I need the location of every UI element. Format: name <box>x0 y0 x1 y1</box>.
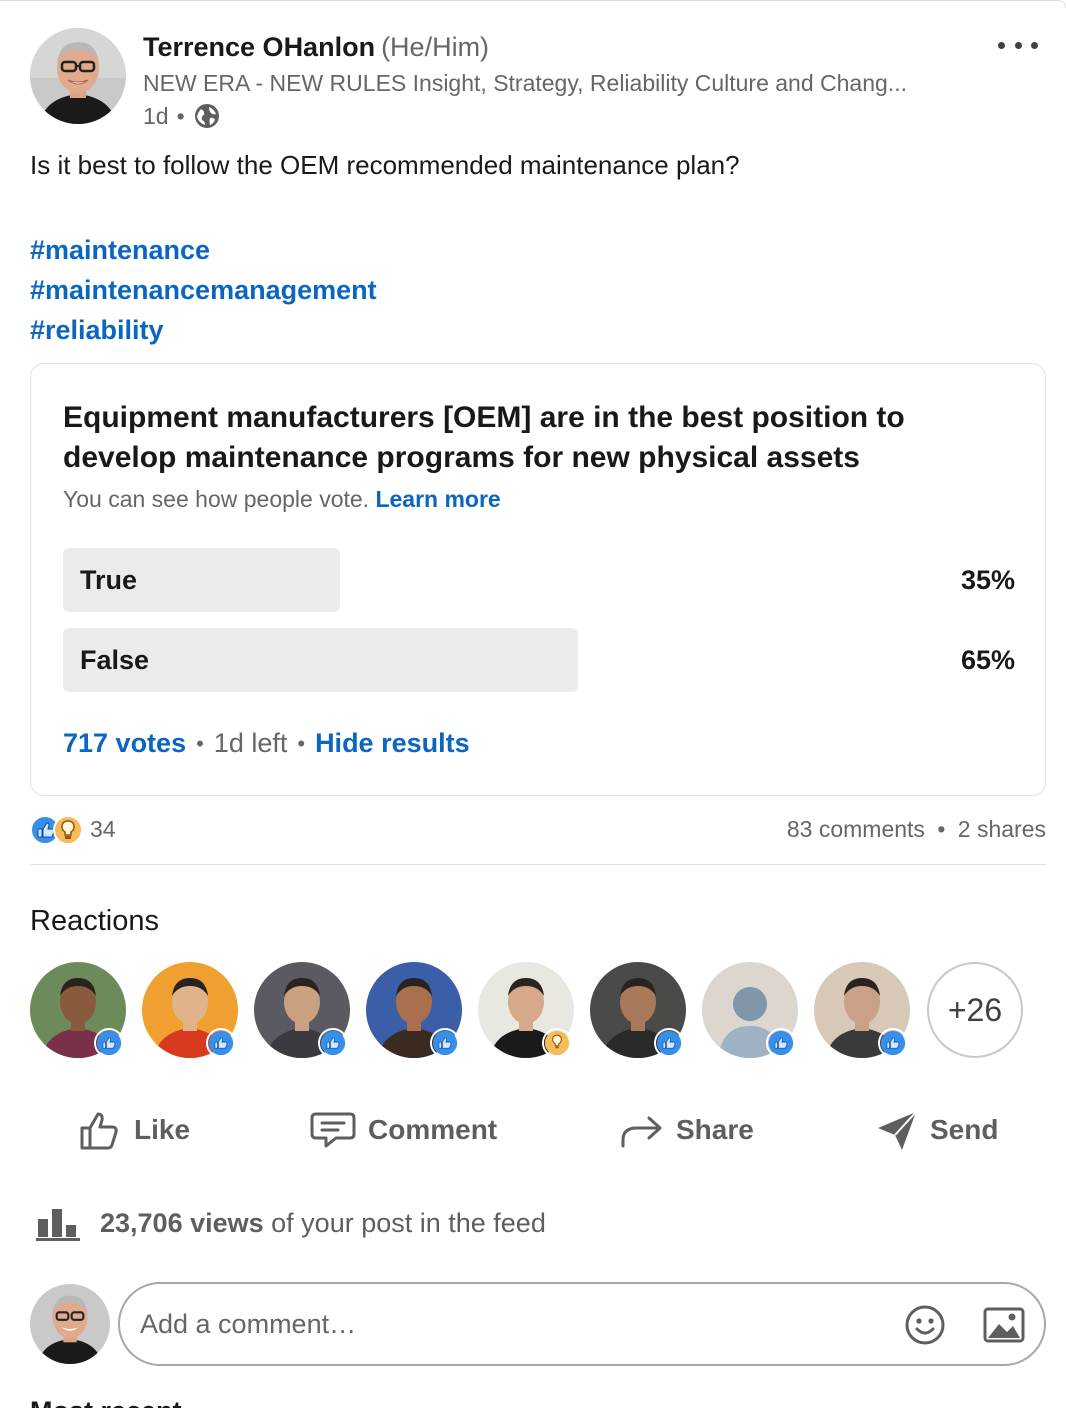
poll-question: Equipment manufacturers [OEM] are in the… <box>63 401 905 474</box>
send-icon <box>878 1111 917 1150</box>
ellipsis-icon <box>998 41 1005 49</box>
counts-separator: • <box>937 816 946 842</box>
sort-comments-label[interactable]: Most recent <box>30 1396 182 1408</box>
globe-icon <box>193 102 221 130</box>
like-icon <box>94 1028 124 1058</box>
views-suffix: of your post in the feed <box>271 1207 546 1238</box>
views-count: 23,706 views <box>100 1207 264 1238</box>
share-arrow-icon <box>621 1116 662 1148</box>
poll-time-left: 1d left <box>213 728 288 758</box>
like-button[interactable]: Like <box>78 1100 190 1160</box>
poll-footer: 717 votes • 1d left • Hide results <box>63 728 470 759</box>
like-icon <box>766 1028 796 1058</box>
reactor-list: +26 <box>30 962 1030 1058</box>
share-label: Share <box>676 1114 754 1145</box>
author-pronouns: (He/Him) <box>381 32 490 62</box>
hashtag-link[interactable]: #maintenancemanagement <box>30 270 377 310</box>
reactor-avatar[interactable] <box>254 962 350 1058</box>
poll-option-label: True <box>80 565 138 595</box>
hashtag-list: #maintenance #maintenancemanagement #rel… <box>30 230 377 350</box>
comments-shares: 83 comments • 2 shares <box>787 816 1046 843</box>
reactor-avatar[interactable] <box>478 962 574 1058</box>
insightful-icon <box>542 1028 572 1058</box>
poll-option-false[interactable]: False 65% <box>63 628 1015 692</box>
like-icon <box>878 1028 908 1058</box>
emoji-button[interactable] <box>904 1304 946 1346</box>
comment-icon <box>310 1112 356 1148</box>
image-button[interactable] <box>982 1304 1026 1346</box>
reactor-avatar[interactable] <box>814 962 910 1058</box>
emoji-icon <box>905 1305 945 1345</box>
like-icon <box>318 1028 348 1058</box>
views-text: 23,706 views of your post in the feed <box>100 1208 546 1239</box>
like-icon <box>654 1028 684 1058</box>
like-label: Like <box>134 1114 191 1145</box>
post-views[interactable]: 23,706 views of your post in the feed <box>36 1205 546 1241</box>
comment-box <box>118 1282 1046 1366</box>
footer-separator: • <box>196 730 204 756</box>
footer-separator: • <box>297 730 306 756</box>
divider <box>30 864 1046 865</box>
send-label: Send <box>930 1114 999 1145</box>
current-user-avatar[interactable] <box>30 1284 110 1364</box>
more-options-button[interactable] <box>996 30 1040 60</box>
send-button[interactable]: Send <box>876 1100 998 1160</box>
reaction-summary[interactable] <box>30 814 86 846</box>
image-icon <box>983 1307 1025 1343</box>
reaction-count[interactable]: 34 <box>90 816 116 843</box>
author-avatar[interactable] <box>30 28 126 124</box>
comment-button[interactable]: Comment <box>310 1100 497 1160</box>
poll-visibility-note: You can see how people vote. <box>63 486 370 512</box>
comments-count-link[interactable]: 83 comments <box>787 816 925 842</box>
like-icon <box>430 1028 460 1058</box>
share-button[interactable]: Share <box>620 1100 754 1160</box>
social-counts: 34 83 comments • 2 shares <box>30 814 1046 848</box>
reactor-avatar[interactable] <box>590 962 686 1058</box>
author-headline: NEW ERA - NEW RULES Insight, Strategy, R… <box>143 70 907 96</box>
insightful-icon <box>53 815 83 845</box>
comment-input[interactable] <box>140 1302 860 1346</box>
learn-more-link[interactable]: Learn more <box>375 486 500 512</box>
post-time: 1d <box>143 102 169 129</box>
action-bar: Like Comment Share Send <box>30 1100 1046 1160</box>
poll-option-percent: 65% <box>960 645 1015 675</box>
hide-results-link[interactable]: Hide results <box>315 728 470 759</box>
author-name[interactable]: Terrence OHanlon (He/Him) <box>143 32 489 63</box>
more-reactors-button[interactable]: +26 <box>927 962 1023 1058</box>
bar-chart-icon <box>36 1209 80 1241</box>
comment-label: Comment <box>368 1114 498 1145</box>
post-meta: 1d • <box>143 102 221 130</box>
thumbs-up-icon <box>80 1112 118 1150</box>
poll-option-true[interactable]: True 35% <box>63 548 1015 612</box>
poll-option-percent: 35% <box>960 565 1015 595</box>
like-icon <box>206 1028 236 1058</box>
ellipsis-icon <box>1031 41 1038 49</box>
votes-link[interactable]: 717 votes <box>63 728 186 759</box>
reactor-avatar[interactable] <box>366 962 462 1058</box>
poll-card: Equipment manufacturers [OEM] are in the… <box>30 363 1046 796</box>
shares-count-link[interactable]: 2 shares <box>958 816 1046 842</box>
post-text: Is it best to follow the OEM recommended… <box>30 150 740 180</box>
reactor-avatar[interactable] <box>30 962 126 1058</box>
reactor-avatar[interactable] <box>142 962 238 1058</box>
hashtag-link[interactable]: #reliability <box>30 310 377 350</box>
poll-subtext: You can see how people vote. Learn more <box>63 486 501 513</box>
reactions-title: Reactions <box>30 905 159 937</box>
poll-option-label: False <box>80 645 150 675</box>
ellipsis-icon <box>1014 41 1022 49</box>
meta-separator: • <box>176 102 185 129</box>
reactor-avatar[interactable] <box>702 962 798 1058</box>
post-header: Terrence OHanlon (He/Him) NEW ERA - NEW R… <box>30 28 1040 130</box>
card-border <box>0 0 1066 8</box>
hashtag-link[interactable]: #maintenance <box>30 230 377 270</box>
